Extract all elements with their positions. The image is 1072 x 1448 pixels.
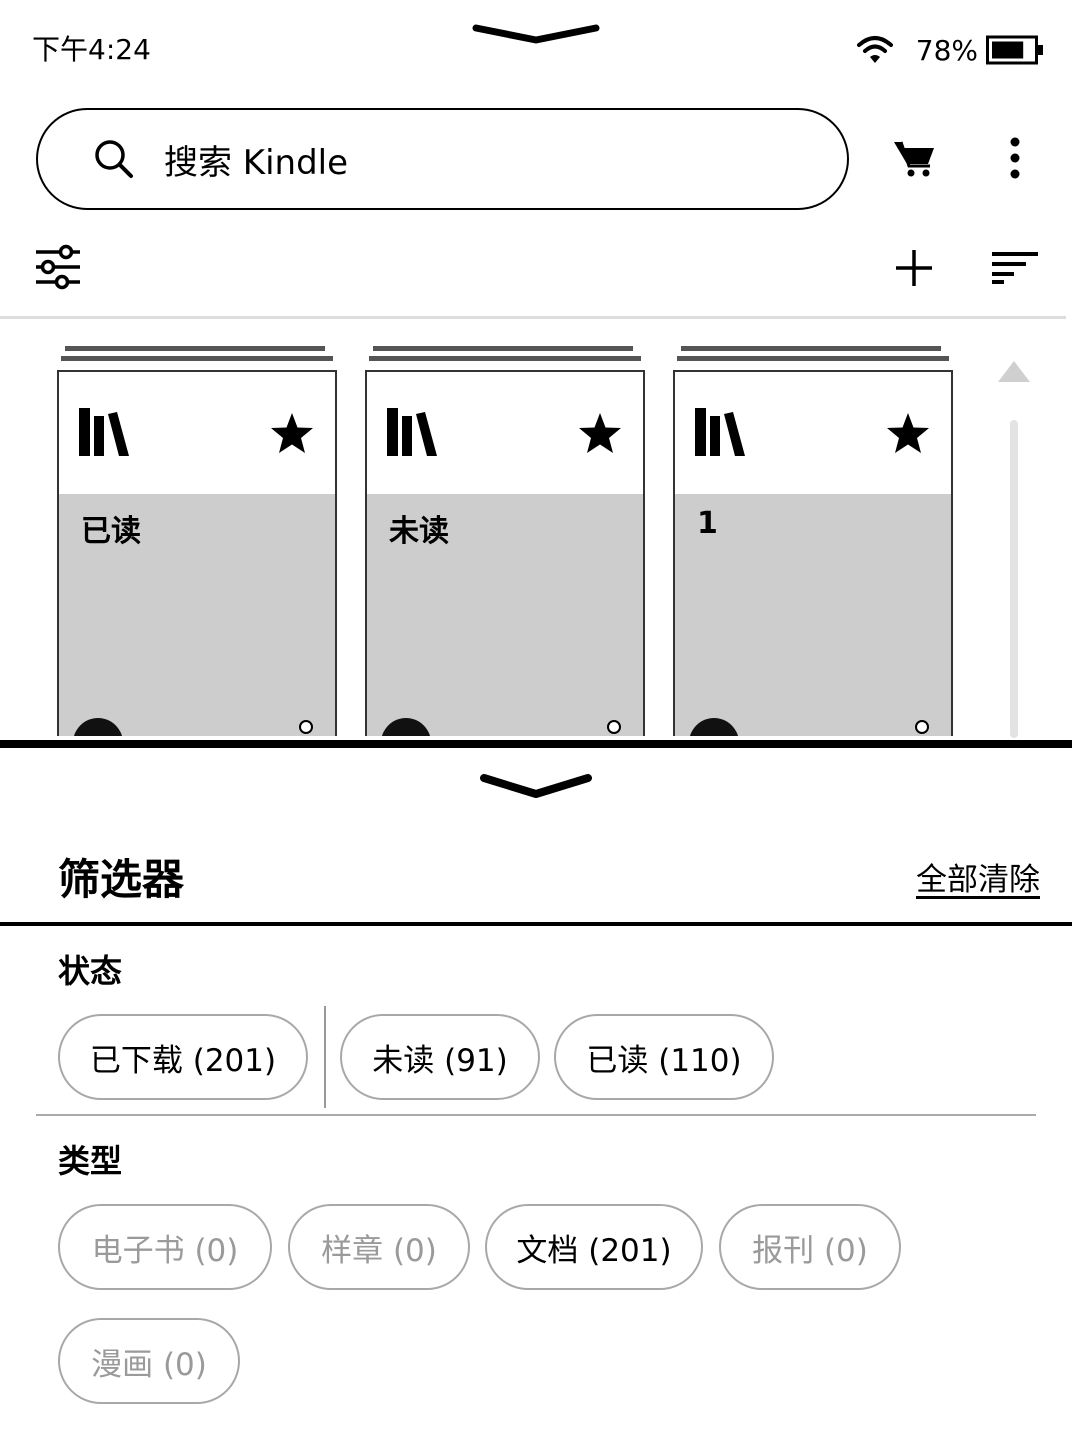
collection-card[interactable]: 未读	[365, 370, 645, 736]
status-indicators: 78%	[856, 30, 1044, 70]
filter-sheet: 筛选器 全部清除 状态 已下载 (201) 未读 (91) 已读 (110) 类…	[0, 748, 1072, 1448]
collection-tile[interactable]: 未读	[365, 346, 645, 736]
collection-name: 未读	[389, 514, 449, 549]
filter-chip-sample[interactable]: 样章 (0)	[288, 1204, 470, 1290]
sheet-title: 筛选器	[58, 855, 185, 904]
search-icon	[95, 140, 133, 178]
cart-icon[interactable]	[892, 138, 938, 178]
wifi-icon	[856, 36, 893, 63]
section-label-status: 状态	[58, 952, 123, 990]
filter-chip-ebook[interactable]: 电子书 (0)	[58, 1204, 272, 1290]
sheet-divider	[0, 922, 1072, 926]
stack-edge	[677, 356, 949, 361]
clear-all-link[interactable]: 全部清除	[916, 854, 1040, 899]
section-label-type: 类型	[58, 1142, 123, 1180]
collection-tile[interactable]: 1	[673, 346, 953, 736]
toolbar-divider	[0, 316, 1066, 319]
library-icon	[79, 408, 129, 456]
library-icon	[695, 408, 745, 456]
collection-name: 已读	[81, 514, 141, 549]
library-icon	[387, 408, 437, 456]
chevron-down-icon[interactable]	[478, 772, 594, 802]
chip-separator	[324, 1006, 326, 1108]
select-circle-icon[interactable]	[915, 720, 929, 734]
sort-icon[interactable]	[992, 250, 1038, 284]
battery-percent: 78%	[915, 33, 978, 67]
filter-chip-periodicals[interactable]: 报刊 (0)	[719, 1204, 901, 1290]
stack-edge	[681, 346, 941, 351]
filter-chip-downloaded[interactable]: 已下载 (201)	[58, 1014, 308, 1100]
collection-card[interactable]: 1	[673, 370, 953, 736]
collection-name: 1	[697, 506, 718, 541]
select-circle-icon[interactable]	[607, 720, 621, 734]
collection-tile[interactable]: 已读	[57, 346, 337, 736]
stack-edge	[65, 346, 325, 351]
status-time: 下午4:24	[32, 33, 151, 66]
plus-icon[interactable]	[894, 248, 934, 288]
sheet-top-border	[0, 740, 1072, 748]
star-icon[interactable]	[577, 410, 623, 456]
stack-edge	[61, 356, 333, 361]
filter-chip-unread[interactable]: 未读 (91)	[340, 1014, 540, 1100]
scroll-up-icon[interactable]	[996, 358, 1032, 384]
stack-edge	[369, 356, 641, 361]
filter-chip-docs[interactable]: 文档 (201)	[485, 1204, 703, 1290]
section-divider	[36, 1114, 1036, 1116]
more-vertical-icon[interactable]	[1002, 136, 1028, 180]
scrollbar-track[interactable]	[1010, 420, 1018, 738]
filter-chip-read[interactable]: 已读 (110)	[554, 1014, 774, 1100]
select-circle-icon[interactable]	[299, 720, 313, 734]
stack-edge	[373, 346, 633, 351]
search-placeholder: 搜索 Kindle	[164, 142, 349, 183]
sliders-icon[interactable]	[34, 244, 82, 290]
filter-chip-comics[interactable]: 漫画 (0)	[58, 1318, 240, 1404]
battery-icon	[986, 35, 1043, 65]
search-bar[interactable]: 搜索 Kindle	[36, 108, 849, 210]
chevron-down-icon[interactable]	[472, 22, 600, 46]
star-icon[interactable]	[269, 410, 315, 456]
star-icon[interactable]	[885, 410, 931, 456]
collection-card[interactable]: 已读	[57, 370, 337, 736]
